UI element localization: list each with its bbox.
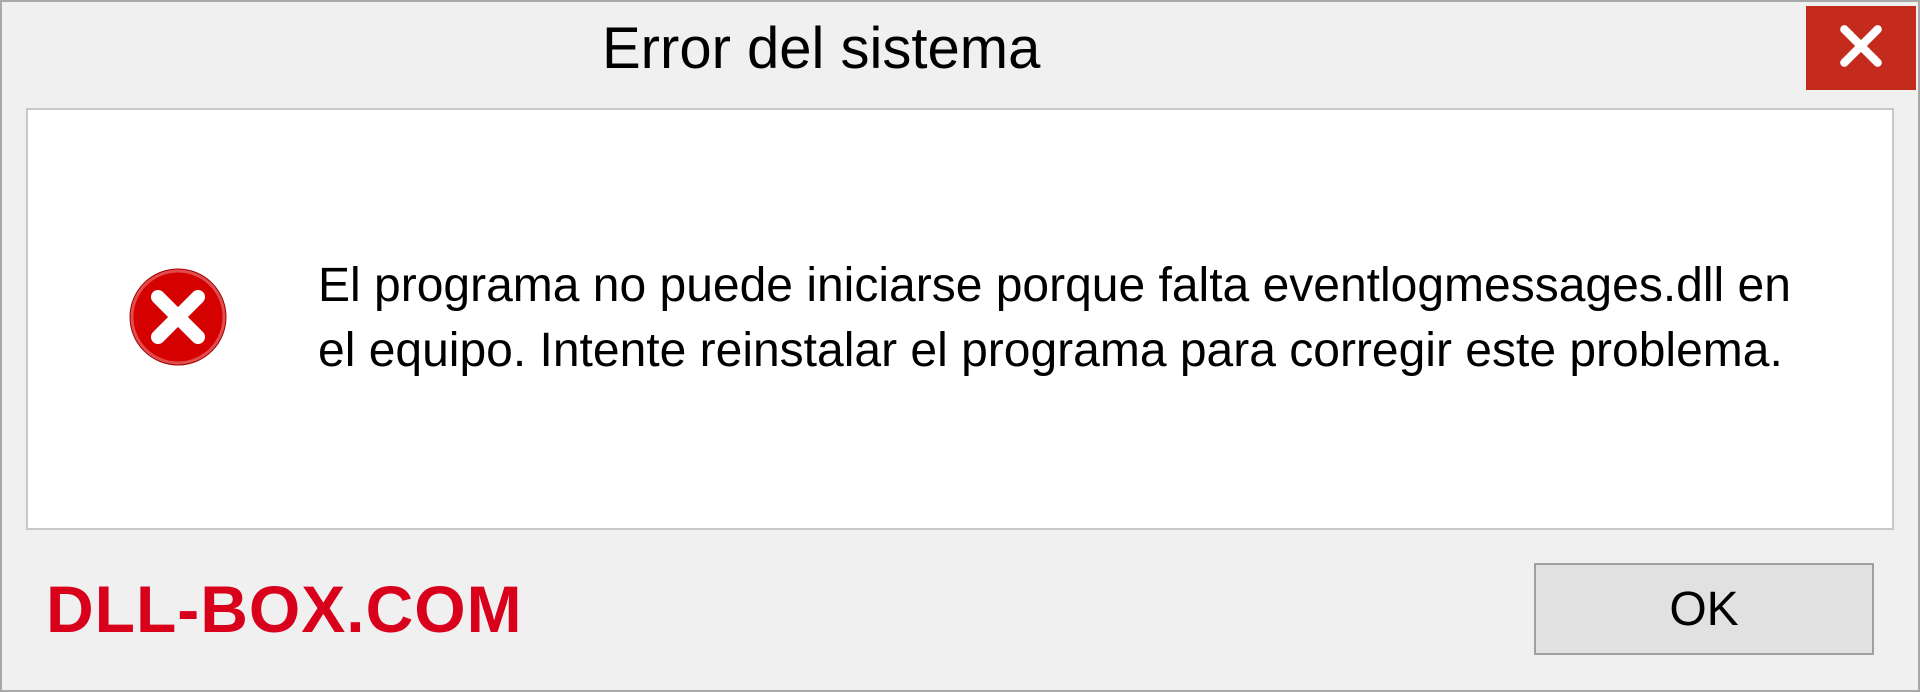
error-icon [128,267,228,372]
dialog-title: Error del sistema [602,15,1040,82]
close-button[interactable] [1806,6,1916,90]
ok-button[interactable]: OK [1534,563,1874,655]
error-dialog: Error del sistema El programa no puede i… [0,0,1920,692]
watermark-text: DLL-BOX.COM [46,571,523,647]
titlebar: Error del sistema [2,2,1918,94]
error-message: El programa no puede iniciarse porque fa… [318,254,1812,384]
dialog-footer: DLL-BOX.COM OK [2,550,1918,690]
content-panel: El programa no puede iniciarse porque fa… [26,108,1894,530]
close-icon [1836,21,1886,76]
